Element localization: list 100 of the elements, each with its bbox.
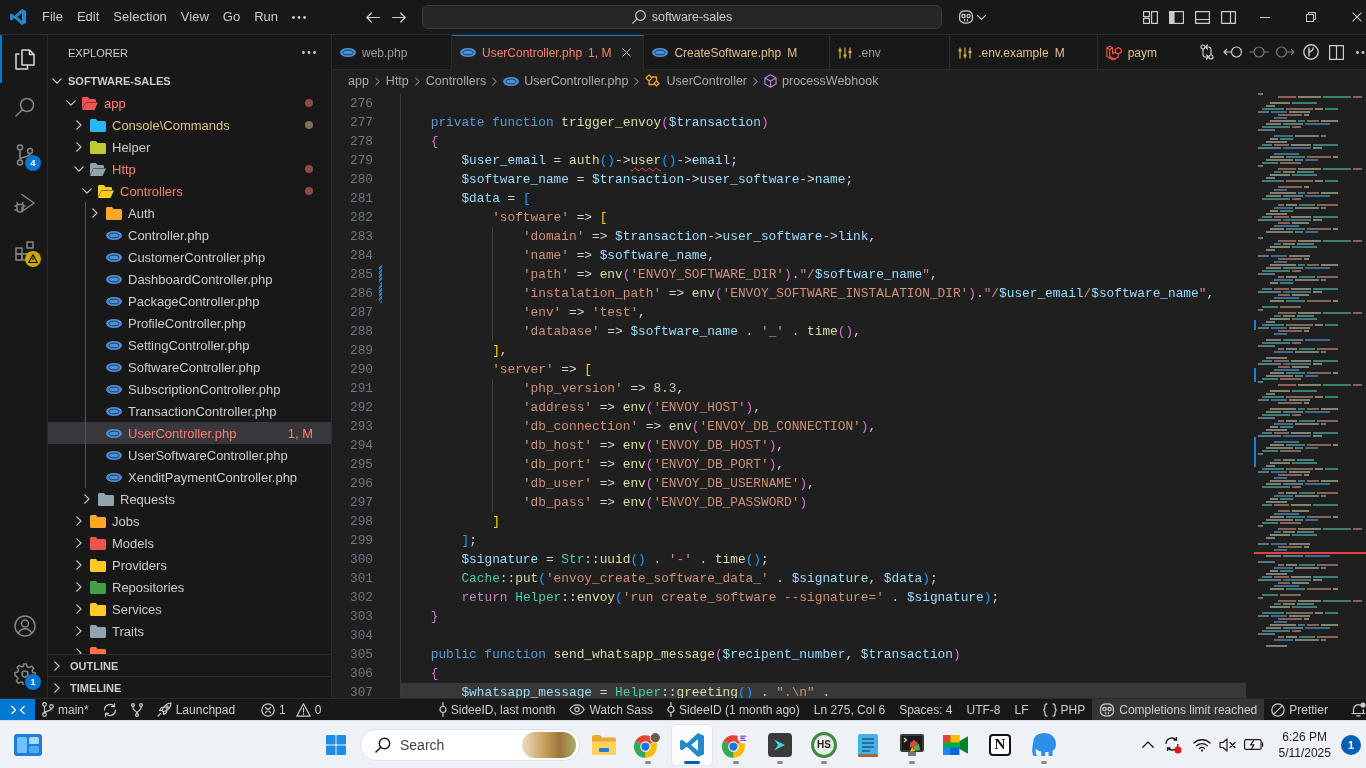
- cube-outline-icon: [1105, 44, 1122, 61]
- git-status: 1, M: [287, 425, 313, 441]
- php-icon: [340, 48, 356, 57]
- tree-item[interactable]: app: [48, 92, 331, 114]
- line-number: 299: [348, 532, 373, 550]
- launchpad-button[interactable]: Launchpad: [149, 699, 243, 720]
- breadcrumb-item[interactable]: app: [348, 74, 369, 88]
- branch-icon: [15, 144, 34, 166]
- search-icon: [631, 10, 646, 24]
- tree-item[interactable]: Http: [48, 158, 331, 180]
- taskbar-app-button[interactable]: [672, 724, 712, 765]
- breadcrumb-item[interactable]: Controllers: [425, 74, 487, 88]
- menu-item[interactable]: Edit: [69, 5, 107, 29]
- code-editor-icon: [680, 732, 704, 757]
- tree-item[interactable]: Models: [48, 532, 331, 554]
- status-item[interactable]: LF: [1007, 699, 1036, 720]
- breadcrumb-item[interactable]: UserController.php: [503, 74, 629, 88]
- line-number: 302: [348, 589, 373, 607]
- menu-item[interactable]: Go: [215, 5, 248, 29]
- tree-item[interactable]: Helper: [48, 136, 331, 158]
- more-icon: [1355, 50, 1366, 54]
- tree-item[interactable]: Jobs: [48, 510, 331, 532]
- commit-info-button[interactable]: SideeID, last month: [431, 699, 563, 720]
- status-item[interactable]: Spaces: 4: [892, 699, 960, 720]
- menu-item[interactable]: View: [173, 5, 216, 29]
- line-number: 294: [348, 437, 373, 455]
- workspace-header[interactable]: SOFTWARE-SALES: [48, 70, 331, 92]
- search-icon: [14, 97, 35, 117]
- menu-item[interactable]: File: [35, 5, 70, 29]
- editor-tab[interactable]: web.php: [332, 35, 452, 70]
- tree-item[interactable]: Controller.php: [48, 224, 331, 246]
- completions-button[interactable]: Completions limit reached: [1092, 699, 1265, 720]
- tree-item[interactable]: UserSoftwareController.php: [48, 444, 331, 466]
- tree-item[interactable]: Controllers: [48, 180, 331, 202]
- circle-line-icon: [1248, 46, 1269, 58]
- branch-button[interactable]: main*: [35, 699, 96, 720]
- tree-item[interactable]: Auth: [48, 202, 331, 224]
- code-line: 'db_host' => env('ENVOY_DB_HOST'),: [522, 438, 785, 453]
- settings-button[interactable]: 1: [0, 650, 47, 698]
- tree-item[interactable]: UserController.php 1, M: [48, 422, 331, 444]
- app-logo: N: [989, 733, 1011, 756]
- logo-icon: [10, 9, 26, 25]
- taskbar-app-button[interactable]: N: [980, 724, 1020, 765]
- tree-item[interactable]: PackageController.php: [48, 290, 331, 312]
- php-icon: [652, 48, 669, 57]
- chevron-icon: [492, 76, 498, 86]
- speaker-muted-icon: [1219, 737, 1237, 752]
- tree-item[interactable]: Services: [48, 598, 331, 620]
- menu-item[interactable]: Selection: [106, 5, 174, 29]
- tree-item[interactable]: CustomerController.php: [48, 246, 331, 268]
- watch-button[interactable]: Watch Sass: [562, 699, 660, 720]
- breadcrumb-item[interactable]: UserController: [645, 74, 748, 88]
- tree-item[interactable]: Requests: [48, 488, 331, 510]
- code-line: return Helper::envoy('run create_software --signature=' . $signature);: [461, 590, 1000, 605]
- clock-button[interactable]: 6:26 PM 5/11/2025: [1270, 724, 1339, 765]
- remote-button[interactable]: [0, 699, 35, 720]
- notepad-icon: [858, 732, 878, 757]
- code-line: {: [430, 666, 439, 681]
- command-center[interactable]: software-sales: [422, 5, 942, 29]
- tree-item[interactable]: Repositories: [48, 576, 331, 598]
- section-header[interactable]: OUTLINE: [48, 654, 331, 676]
- tree-item[interactable]: SettingController.php: [48, 334, 331, 356]
- menu-item[interactable]: Run: [247, 5, 285, 29]
- editor-tab[interactable]: UserController.php 1, M: [452, 35, 645, 70]
- line-number: 284: [348, 247, 373, 265]
- code-line: 'db_connection' => env('ENVOY_DB_CONNECTION'),: [522, 419, 877, 434]
- tree-item[interactable]: XenditPaymentController.php: [48, 466, 331, 488]
- tree-item[interactable]: SoftwareController.php: [48, 356, 331, 378]
- breadcrumb-item[interactable]: Http: [385, 74, 409, 88]
- tree-item[interactable]: ProfileController.php: [48, 312, 331, 334]
- tree-item[interactable]: DashboardController.php: [48, 268, 331, 290]
- tree-item[interactable]: Traits: [48, 620, 331, 642]
- problems-button[interactable]: 1 0: [254, 699, 329, 720]
- commit-info-button[interactable]: SideeID (1 month ago): [660, 699, 807, 720]
- tree-item[interactable]: Console\Commands: [48, 114, 331, 136]
- formatter-button[interactable]: Prettier: [1264, 699, 1335, 720]
- code-line: $software_name = $transaction->user_software->name;: [461, 172, 854, 187]
- breadcrumb-item[interactable]: processWebhook: [764, 74, 879, 88]
- editor-tab[interactable]: .env: [830, 35, 951, 70]
- php-icon: [106, 384, 122, 394]
- tree-item[interactable]: TransactionController.php: [48, 400, 331, 422]
- bot-icon: [1099, 702, 1116, 717]
- sidebar-left-icon: [1169, 10, 1185, 24]
- editor-tab[interactable]: CreateSoftware.php M: [644, 35, 831, 70]
- tree-item[interactable]: SubscriptionController.php: [48, 378, 331, 400]
- sync-icon: [102, 702, 117, 717]
- elephant-icon: [1032, 733, 1056, 756]
- php-icon: [460, 48, 476, 57]
- language-button[interactable]: PHP: [1035, 699, 1093, 720]
- search-box[interactable]: Search: [360, 728, 580, 761]
- search-field[interactable]: Search: [400, 734, 513, 755]
- source-control-button[interactable]: 4: [0, 131, 47, 179]
- status-item[interactable]: Ln 275, Col 6: [806, 699, 893, 720]
- taskbar-app-button[interactable]: HS: [804, 724, 844, 765]
- editor-tab[interactable]: .env.example M: [950, 35, 1098, 70]
- status-item[interactable]: UTF-8: [959, 699, 1008, 720]
- circle-arrow-right-icon: [1274, 46, 1295, 58]
- tree-item[interactable]: Providers: [48, 554, 331, 576]
- notifications-button[interactable]: 1: [1340, 734, 1361, 755]
- commit-icon: [667, 702, 675, 717]
